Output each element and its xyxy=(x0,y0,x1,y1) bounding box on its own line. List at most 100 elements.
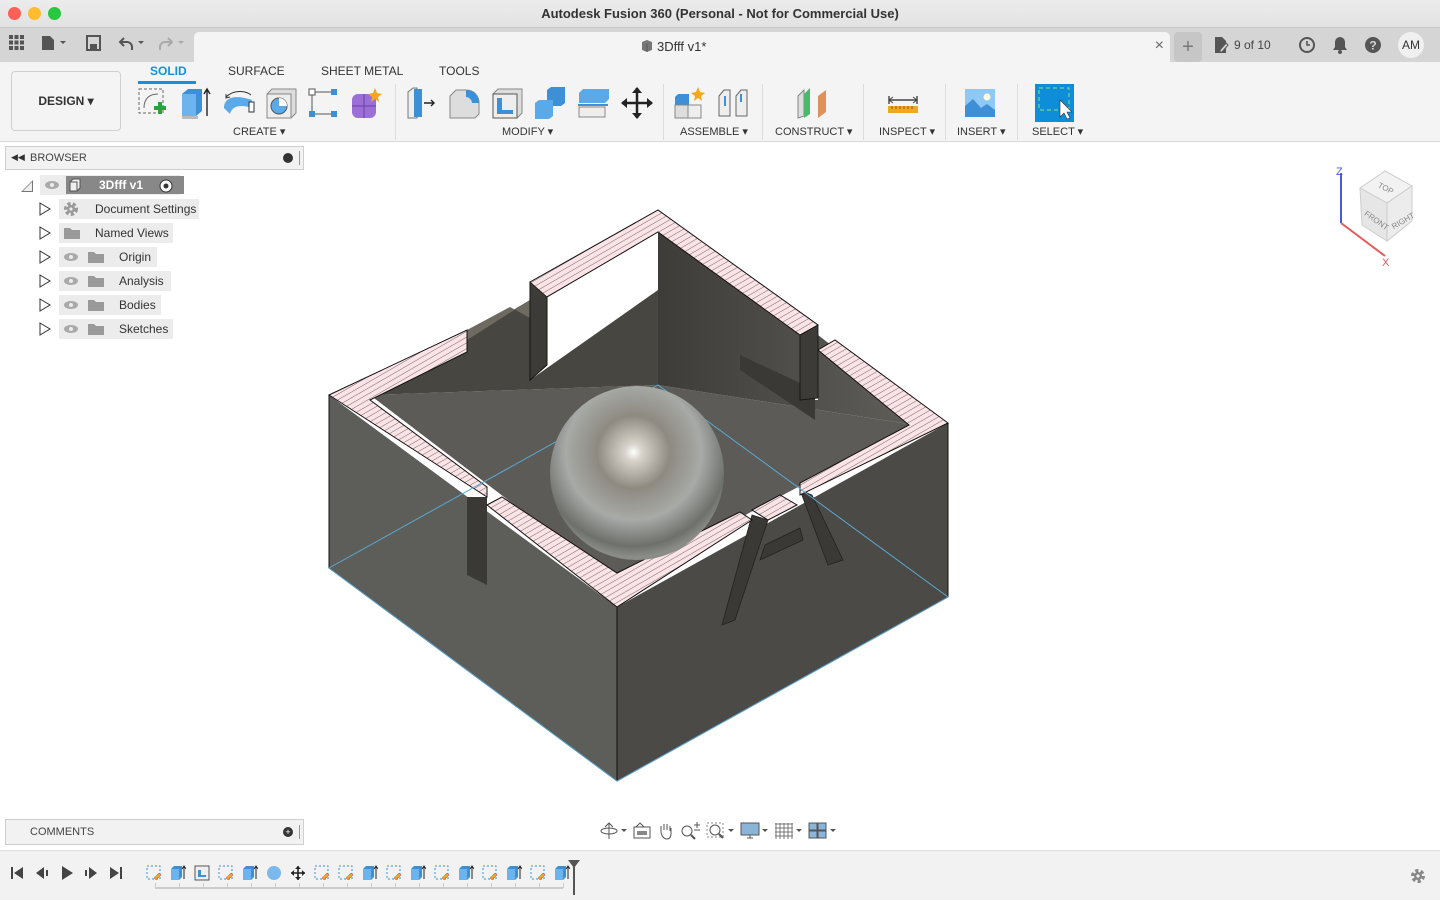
zoom-icon[interactable] xyxy=(680,822,702,840)
window-select-icon[interactable] xyxy=(1035,84,1074,122)
tab-tools[interactable]: TOOLS xyxy=(439,64,479,78)
add-comment-icon[interactable]: + xyxy=(283,827,293,837)
timeline-feature-shell[interactable] xyxy=(194,865,210,881)
version-indicator[interactable]: 9 of 10 xyxy=(1212,28,1271,62)
fillet-icon[interactable] xyxy=(447,86,481,120)
press-pull-icon[interactable] xyxy=(404,86,438,120)
tab-solid[interactable]: SOLID xyxy=(150,64,187,78)
measure-icon[interactable] xyxy=(886,86,920,120)
look-at-icon[interactable] xyxy=(632,822,652,840)
select-menu[interactable]: SELECT ▾ xyxy=(1032,125,1083,138)
timeline-feature-move[interactable] xyxy=(290,865,306,881)
timeline-feature-sketch[interactable] xyxy=(314,865,330,881)
timeline-feature-sketch[interactable] xyxy=(434,865,450,881)
timeline-feature-sketch[interactable] xyxy=(386,865,402,881)
minimize-window-button[interactable] xyxy=(28,7,41,20)
visibility-eye-icon[interactable] xyxy=(63,324,79,334)
viewports-icon[interactable] xyxy=(808,822,838,840)
timeline-settings-gear-icon[interactable] xyxy=(1409,867,1427,885)
joint-icon[interactable] xyxy=(716,86,750,120)
document-tab[interactable]: 3Dfff v1* × xyxy=(194,32,1170,62)
timeline-feature-extrude[interactable] xyxy=(362,865,379,881)
expand-arrow-icon[interactable] xyxy=(39,250,51,269)
browser-item-analysis[interactable]: Analysis xyxy=(59,271,171,291)
step-forward-icon[interactable] xyxy=(84,865,98,881)
revolve-icon[interactable] xyxy=(221,86,255,120)
timeline-feature-sketch[interactable] xyxy=(146,865,162,881)
timeline-marker[interactable] xyxy=(567,859,581,895)
construct-menu[interactable]: CONSTRUCT ▾ xyxy=(775,125,852,138)
insert-image-icon[interactable] xyxy=(963,86,997,120)
job-status-icon[interactable] xyxy=(1298,36,1316,54)
browser-minimize-icon[interactable] xyxy=(283,153,293,163)
save-icon[interactable] xyxy=(86,35,101,56)
timeline-feature-extrude[interactable] xyxy=(410,865,427,881)
close-window-button[interactable] xyxy=(8,7,21,20)
insert-menu[interactable]: INSERT ▾ xyxy=(957,125,1006,138)
notifications-bell-icon[interactable] xyxy=(1332,36,1348,54)
create-menu[interactable]: CREATE ▾ xyxy=(233,125,285,138)
hole-icon[interactable] xyxy=(264,86,298,120)
model-canvas[interactable] xyxy=(305,143,1440,848)
user-avatar[interactable]: AM xyxy=(1398,32,1424,58)
undo-icon[interactable] xyxy=(118,35,148,56)
orbit-icon[interactable] xyxy=(600,822,628,840)
sphere-body[interactable] xyxy=(550,386,724,560)
help-icon[interactable]: ? xyxy=(1364,36,1382,54)
activate-radio-icon[interactable] xyxy=(159,179,173,193)
split-body-icon[interactable] xyxy=(576,86,610,120)
expand-arrow-icon[interactable] xyxy=(39,322,51,341)
collapse-browser-icon[interactable]: ◀◀ xyxy=(11,152,25,163)
timeline-feature-sketch[interactable] xyxy=(338,865,354,881)
tab-surface[interactable]: SURFACE xyxy=(228,64,285,78)
pattern-icon[interactable] xyxy=(306,86,340,120)
inspect-menu[interactable]: INSPECT ▾ xyxy=(879,125,935,138)
offset-plane-icon[interactable] xyxy=(796,86,830,120)
browser-resize-handle[interactable] xyxy=(299,151,301,165)
viewcube[interactable]: TOP FRONT RIGHT Z X xyxy=(1330,163,1440,269)
visibility-eye-icon[interactable] xyxy=(44,180,60,190)
create-form-icon[interactable] xyxy=(349,86,383,120)
timeline-feature-extrude[interactable] xyxy=(242,865,259,881)
maximize-window-button[interactable] xyxy=(48,7,61,20)
timeline-feature-sketch[interactable] xyxy=(482,865,498,881)
create-sketch-icon[interactable] xyxy=(136,86,170,120)
assemble-menu[interactable]: ASSEMBLE ▾ xyxy=(680,125,748,138)
modify-menu[interactable]: MODIFY ▾ xyxy=(502,125,553,138)
browser-item-document-settings[interactable]: Document Settings xyxy=(59,199,199,219)
timeline-feature-sphere[interactable] xyxy=(266,865,282,881)
redo-icon[interactable] xyxy=(158,35,188,56)
3d-viewport[interactable]: TOP FRONT RIGHT Z X xyxy=(305,143,1440,848)
visibility-eye-icon[interactable] xyxy=(63,252,79,262)
timeline-feature-sketch[interactable] xyxy=(218,865,234,881)
display-settings-icon[interactable] xyxy=(740,822,770,840)
expand-arrow-icon[interactable] xyxy=(39,298,51,317)
go-to-end-icon[interactable] xyxy=(109,865,123,881)
expand-arrow-icon[interactable] xyxy=(39,202,51,221)
visibility-eye-icon[interactable] xyxy=(63,300,79,310)
timeline-feature-sketch[interactable] xyxy=(530,865,546,881)
expand-arrow-icon[interactable] xyxy=(39,274,51,293)
browser-item-bodies[interactable]: Bodies xyxy=(59,295,161,315)
play-icon[interactable] xyxy=(60,865,74,881)
expand-arrow-icon[interactable] xyxy=(39,226,51,245)
close-tab-button[interactable]: × xyxy=(1155,37,1164,55)
browser-item-named-views[interactable]: Named Views xyxy=(59,223,173,243)
timeline-feature-extrude[interactable] xyxy=(506,865,523,881)
comments-resize-handle[interactable] xyxy=(299,825,301,839)
timeline-feature-extrude[interactable] xyxy=(170,865,187,881)
browser-item-origin[interactable]: Origin xyxy=(59,247,157,267)
pan-icon[interactable] xyxy=(656,822,676,840)
collapse-root-arrow-icon[interactable] xyxy=(20,179,34,193)
visibility-eye-icon[interactable] xyxy=(63,276,79,286)
new-tab-button[interactable]: + xyxy=(1174,32,1202,62)
workspace-switcher[interactable]: DESIGN ▾ xyxy=(11,71,121,131)
step-back-icon[interactable] xyxy=(35,865,49,881)
shell-icon[interactable] xyxy=(490,86,524,120)
browser-item-sketches[interactable]: Sketches xyxy=(59,319,173,339)
new-component-icon[interactable] xyxy=(672,86,706,120)
data-panel-icon[interactable] xyxy=(9,35,24,55)
box-model[interactable] xyxy=(327,209,949,782)
timeline-feature-extrude[interactable] xyxy=(458,865,475,881)
file-menu-icon[interactable] xyxy=(40,35,68,56)
